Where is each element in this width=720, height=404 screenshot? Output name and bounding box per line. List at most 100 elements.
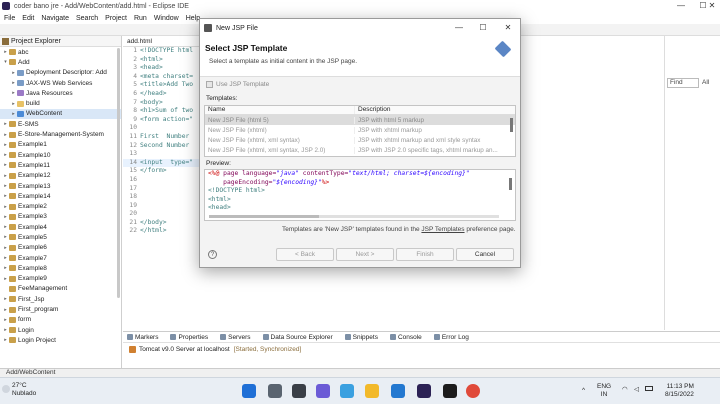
templates-table[interactable]: Name Description New JSP File (html 5) JS…	[204, 105, 516, 157]
code-editor[interactable]: 1 <!DOCTYPE html 2 <html> 3 <head> 4 <meta char…	[123, 47, 205, 236]
tree-item[interactable]: ▸ Example12	[0, 171, 121, 181]
twisty-icon[interactable]: ▾	[2, 59, 9, 65]
wifi-icon[interactable]: ◠	[622, 386, 628, 394]
tree-item[interactable]: ▸ Example11	[0, 160, 121, 170]
preview-vscrollbar[interactable]	[509, 178, 512, 190]
edge-icon[interactable]	[340, 384, 354, 398]
use-template-row[interactable]: Use JSP Template	[206, 81, 269, 88]
menu-project[interactable]: Project	[105, 15, 127, 22]
search-icon[interactable]	[268, 384, 282, 398]
twisty-icon[interactable]: ▸	[2, 152, 9, 158]
eclipse-taskbar-icon[interactable]	[417, 384, 431, 398]
jsp-templates-link[interactable]: JSP Templates	[421, 226, 464, 233]
tab-properties[interactable]: Properties	[170, 334, 214, 341]
menu-run[interactable]: Run	[134, 15, 147, 22]
explorer-scrollbar[interactable]	[117, 48, 120, 298]
chat-icon[interactable]	[316, 384, 330, 398]
file-explorer-icon[interactable]	[365, 384, 379, 398]
language-indicator[interactable]: ENG IN	[597, 383, 611, 399]
tree-item[interactable]: ▸ abc	[0, 47, 121, 57]
tree-item[interactable]: ▸ JAX-WS Web Services	[0, 78, 121, 88]
tree-item[interactable]: ▸ Example2	[0, 201, 121, 211]
preview-hscrollbar[interactable]	[209, 215, 499, 218]
tree-item[interactable]: ▸ Login	[0, 325, 121, 335]
twisty-icon[interactable]: ▸	[2, 162, 9, 168]
twisty-icon[interactable]: ▸	[10, 90, 17, 96]
tree-item[interactable]: ▸ Login Project	[0, 335, 121, 345]
tree-item[interactable]: ▸ Example5	[0, 232, 121, 242]
use-template-checkbox[interactable]	[206, 81, 213, 88]
twisty-icon[interactable]: ▸	[2, 337, 9, 343]
twisty-icon[interactable]: ▸	[2, 224, 9, 230]
finish-button[interactable]: Finish	[396, 248, 454, 261]
twisty-icon[interactable]: ▸	[2, 142, 9, 148]
tree-item[interactable]: ▸ Example8	[0, 263, 121, 273]
twisty-icon[interactable]: ▸	[10, 111, 17, 117]
twisty-icon[interactable]: ▸	[2, 317, 9, 323]
menu-navigate[interactable]: Navigate	[41, 15, 69, 22]
twisty-icon[interactable]: ▸	[2, 204, 9, 210]
tab-markers[interactable]: Markers	[127, 334, 164, 341]
dialog-maximize-button[interactable]: ☐	[476, 23, 490, 32]
twisty-icon[interactable]: ▸	[2, 214, 9, 220]
menu-window[interactable]: Window	[154, 15, 179, 22]
next-button[interactable]: Next >	[336, 248, 394, 261]
template-row[interactable]: New JSP File (html 5) JSP with html 5 mar…	[205, 115, 515, 125]
twisty-icon[interactable]: ▸	[2, 327, 9, 333]
template-row[interactable]: New JSP File (xhtml, xml syntax) JSP with…	[205, 135, 515, 145]
tree-item[interactable]: ▸ form	[0, 315, 121, 325]
twisty-icon[interactable]: ▸	[10, 80, 17, 86]
minimize-button[interactable]: —	[670, 0, 692, 12]
tray-overflow-icon[interactable]: ^	[582, 387, 585, 395]
tab-error-log[interactable]: Error Log	[433, 334, 475, 341]
menu-edit[interactable]: Edit	[22, 15, 34, 22]
twisty-icon[interactable]: ▸	[10, 70, 17, 76]
menu-help[interactable]: Help	[186, 15, 200, 22]
tree-item[interactable]: ▸ build	[0, 98, 121, 108]
help-icon[interactable]: ?	[208, 250, 217, 259]
tree-item[interactable]: ▸ Example7	[0, 253, 121, 263]
tree-item[interactable]: ▸ Example10	[0, 150, 121, 160]
tab-snippets[interactable]: Snippets	[344, 334, 384, 341]
dialog-close-button[interactable]: ✕	[501, 23, 515, 32]
templates-scrollbar[interactable]	[510, 118, 513, 132]
twisty-icon[interactable]: ▸	[2, 173, 9, 179]
tree-item[interactable]: ▸ Java Resources	[0, 88, 121, 98]
editor-tab-add-html[interactable]: add.html	[123, 36, 205, 47]
back-button[interactable]: < Back	[276, 248, 334, 261]
tree-item[interactable]: ▸ E-SMS	[0, 119, 121, 129]
template-row[interactable]: New JSP File (xhtml, xml syntax, JSP 2.0…	[205, 145, 515, 155]
tree-item[interactable]: ▾ Add	[0, 57, 121, 67]
vscode-icon[interactable]	[391, 384, 405, 398]
tree-item[interactable]: ▸ E-Store-Management-System	[0, 129, 121, 139]
task-view-icon[interactable]	[292, 384, 306, 398]
tree-item[interactable]: FeeManagement	[0, 284, 121, 294]
find-input[interactable]: Find	[667, 78, 699, 88]
tree-item[interactable]: ▸ Example3	[0, 212, 121, 222]
tree-item[interactable]: ▸ First_program	[0, 304, 121, 314]
twisty-icon[interactable]: ▸	[2, 49, 9, 55]
cancel-button[interactable]: Cancel	[456, 248, 514, 261]
find-all-button[interactable]: All	[702, 79, 709, 86]
battery-icon[interactable]	[645, 386, 653, 391]
windows-start-icon[interactable]	[242, 384, 256, 398]
tab-console[interactable]: Console	[389, 334, 428, 341]
twisty-icon[interactable]: ▸	[2, 193, 9, 199]
tree-item[interactable]: ▸ Example4	[0, 222, 121, 232]
menu-search[interactable]: Search	[76, 15, 98, 22]
twisty-icon[interactable]: ▸	[2, 132, 9, 138]
twisty-icon[interactable]: ▸	[2, 265, 9, 271]
menu-file[interactable]: File	[4, 15, 15, 22]
tree-item[interactable]: ▸ Example1	[0, 140, 121, 150]
dialog-minimize-button[interactable]: —	[452, 23, 466, 32]
tree-item[interactable]: ▸ Example9	[0, 274, 121, 284]
terminal-icon[interactable]	[443, 384, 457, 398]
tree-item[interactable]: ▸ First_Jsp	[0, 294, 121, 304]
twisty-icon[interactable]: ▸	[2, 234, 9, 240]
twisty-icon[interactable]: ▸	[2, 296, 9, 302]
twisty-icon[interactable]: ▸	[2, 255, 9, 261]
template-row[interactable]: New JSP File (xhtml) JSP with xhtml marku…	[205, 125, 515, 135]
column-name[interactable]: Name	[205, 106, 355, 114]
twisty-icon[interactable]: ▸	[2, 245, 9, 251]
tab-servers[interactable]: Servers	[220, 334, 256, 341]
